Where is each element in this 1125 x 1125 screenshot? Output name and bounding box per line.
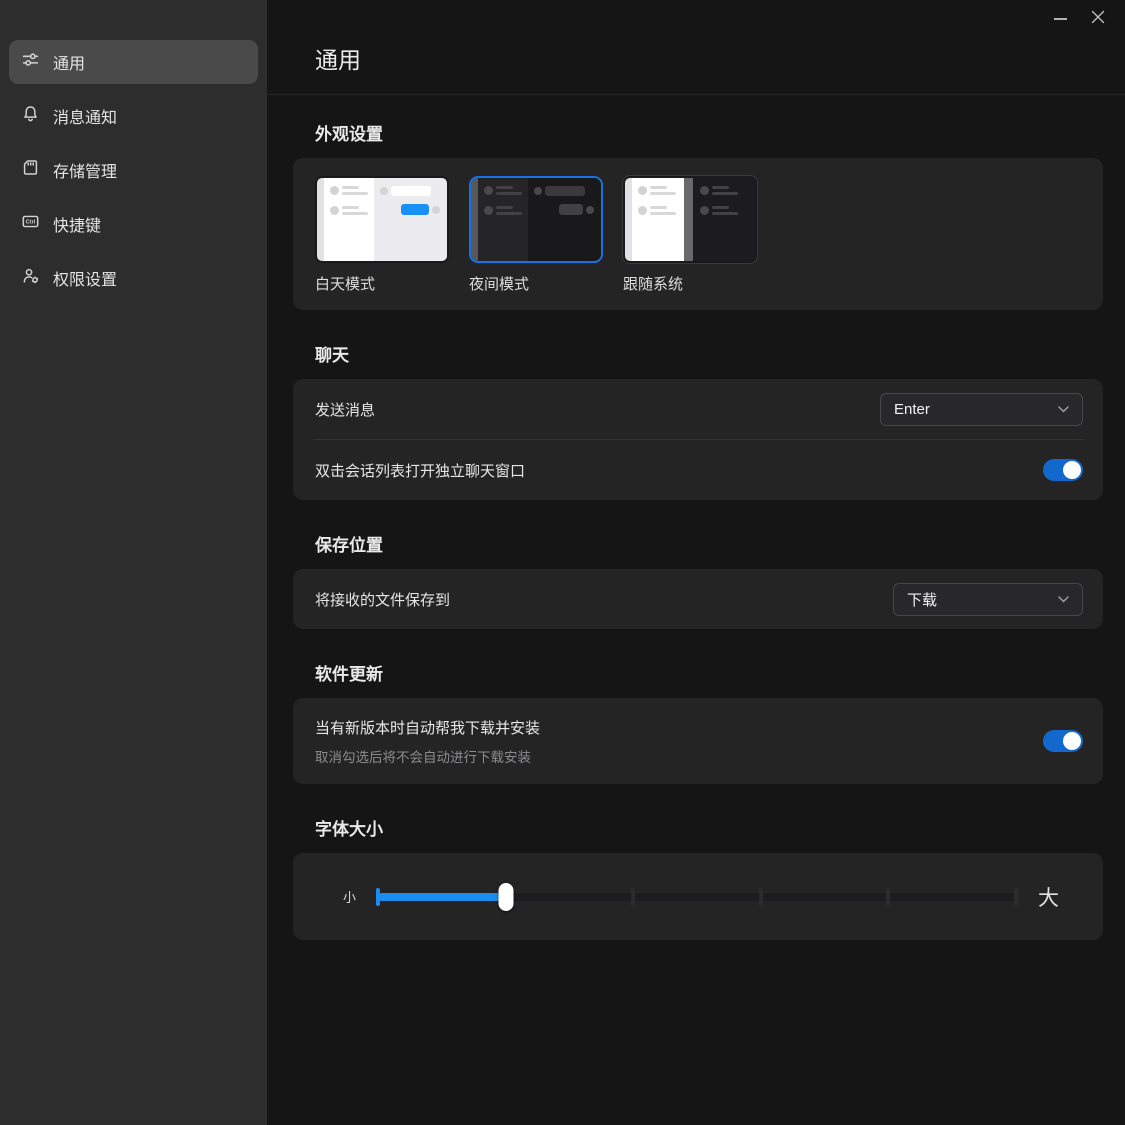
font-size-card: 小 大 [293,853,1103,940]
window-controls [1045,6,1121,32]
sidebar-item-label: 权限设置 [53,266,117,290]
sidebar-item-notifications[interactable]: 消息通知 [9,94,258,138]
settings-main: 通用 外观设置 [267,0,1125,1125]
theme-preview-system [623,176,757,263]
theme-label-system: 跟随系统 [623,276,757,294]
sliders-icon [21,50,40,74]
appearance-card: 白天模式 夜间模式 [293,158,1103,310]
font-size-min-label: 小 [343,887,356,906]
software-update-toggle[interactable] [1043,730,1083,752]
send-message-select[interactable]: Enter [880,393,1083,426]
software-update-description: 取消勾选后将不会自动进行下载安装 [315,746,540,766]
user-gear-icon [21,266,40,290]
save-location-label: 将接收的文件保存到 [315,589,450,610]
sidebar-item-label: 存储管理 [53,158,117,182]
double-click-toggle[interactable] [1043,459,1083,481]
save-location-value: 下载 [907,589,937,610]
send-message-row: 发送消息 Enter [293,379,1103,439]
settings-sidebar: 通用 消息通知 存储管理 [0,0,267,1125]
theme-option-day[interactable]: 白天模式 [315,176,449,294]
theme-preview-day [315,176,449,263]
minimize-icon [1054,18,1067,20]
font-size-slider[interactable] [378,882,1016,912]
double-click-row: 双击会话列表打开独立聊天窗口 [293,440,1103,500]
software-update-heading: 软件更新 [315,665,1103,685]
appearance-heading: 外观设置 [315,125,1103,145]
chevron-down-icon [1058,400,1069,418]
bell-icon [21,104,40,128]
chat-heading: 聊天 [315,346,1103,366]
software-update-label: 当有新版本时自动帮我下载并安装 [315,717,540,738]
save-location-heading: 保存位置 [315,536,1103,556]
slider-thumb[interactable] [498,883,513,911]
sidebar-item-storage[interactable]: 存储管理 [9,148,258,192]
double-click-label: 双击会话列表打开独立聊天窗口 [315,460,525,481]
sidebar-item-label: 快捷键 [53,212,101,236]
minimize-button[interactable] [1045,6,1075,32]
send-message-label: 发送消息 [315,399,375,420]
slider-tick [376,888,380,906]
slider-tick [1014,888,1018,906]
theme-option-night[interactable]: 夜间模式 [469,176,603,294]
slider-tick [886,888,890,906]
chevron-down-icon [1058,590,1069,608]
theme-label-day: 白天模式 [315,276,449,294]
font-size-max-label: 大 [1038,882,1059,912]
sidebar-item-label: 消息通知 [53,104,117,128]
sidebar-item-general[interactable]: 通用 [9,40,258,84]
theme-label-night: 夜间模式 [469,276,603,294]
svg-text:Ctrl: Ctrl [26,220,36,226]
theme-preview-night [469,176,603,263]
software-update-text: 当有新版本时自动帮我下载并安装 取消勾选后将不会自动进行下载安装 [315,717,540,766]
sidebar-item-label: 通用 [53,50,85,74]
settings-window: 通用 消息通知 存储管理 [0,0,1125,1125]
settings-content: 外观设置 白天模式 [267,125,1125,940]
ctrl-key-icon: Ctrl [21,212,40,236]
close-button[interactable] [1083,6,1113,32]
sidebar-item-shortcuts[interactable]: Ctrl 快捷键 [9,202,258,246]
chat-card: 发送消息 Enter 双击会话列表打开独立聊天窗口 [293,379,1103,500]
save-location-select[interactable]: 下载 [893,583,1083,616]
send-message-value: Enter [894,401,930,418]
save-location-row: 将接收的文件保存到 下载 [293,569,1103,629]
software-update-card: 当有新版本时自动帮我下载并安装 取消勾选后将不会自动进行下载安装 [293,698,1103,784]
font-size-heading: 字体大小 [315,820,1103,840]
sidebar-item-permissions[interactable]: 权限设置 [9,256,258,300]
storage-card-icon [21,158,40,182]
save-location-card: 将接收的文件保存到 下载 [293,569,1103,629]
page-title: 通用 [315,46,1125,74]
page-header: 通用 [267,0,1125,95]
close-icon [1091,10,1105,29]
slider-tick [759,888,763,906]
slider-fill [378,893,506,901]
slider-tick [631,888,635,906]
theme-option-system[interactable]: 跟随系统 [623,176,757,294]
